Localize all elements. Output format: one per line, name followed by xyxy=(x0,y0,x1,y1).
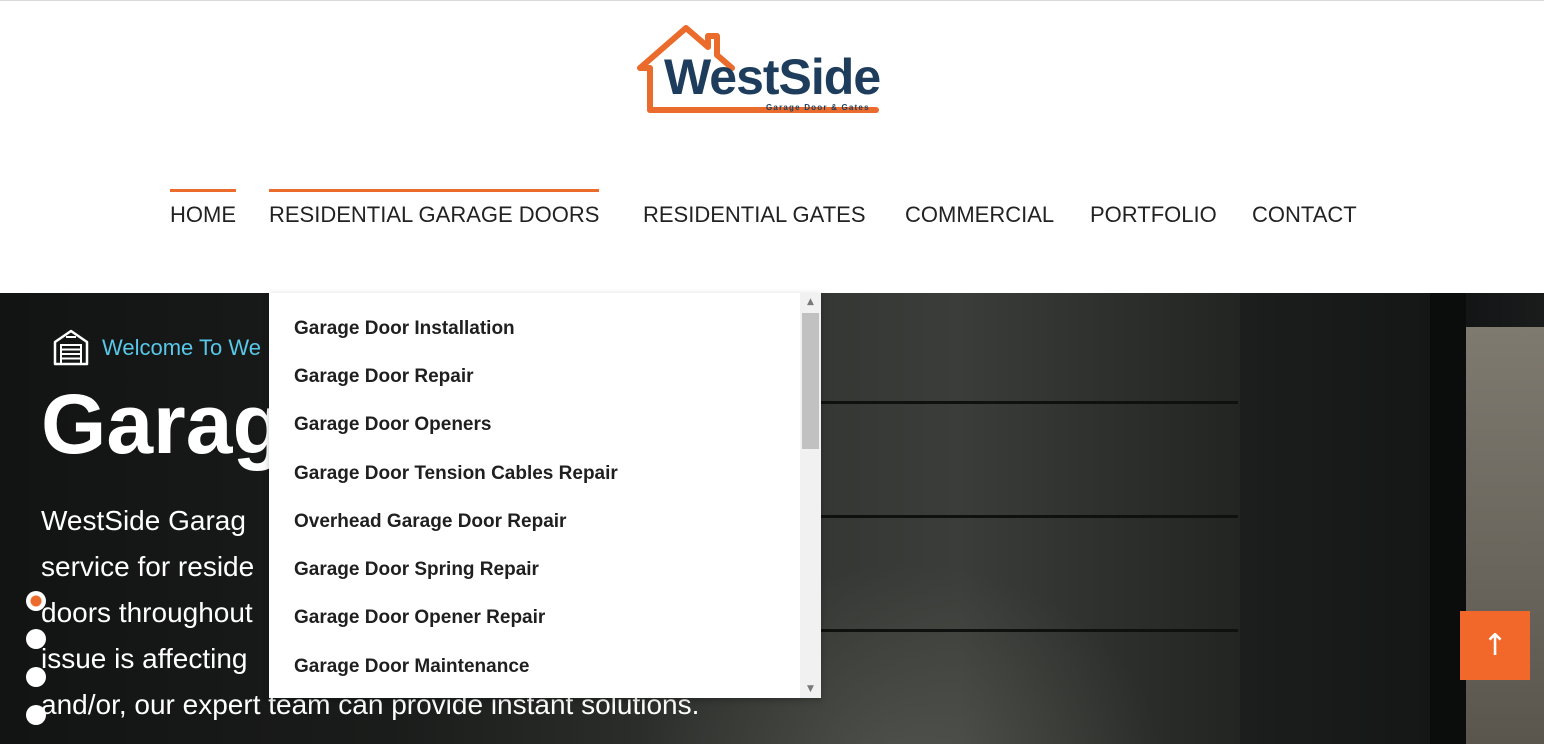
site-logo[interactable]: WestSide Garage Door & Gates xyxy=(636,24,898,118)
nav-home[interactable]: HOME xyxy=(170,188,236,238)
main-navigation: HOME RESIDENTIAL GARAGE DOORS RESIDENTIA… xyxy=(0,188,1544,238)
dropdown-item-opener-repair[interactable]: Garage Door Opener Repair xyxy=(294,606,794,630)
arrow-up-icon: ↑ xyxy=(1482,628,1508,663)
dropdown-item-garage-door-openers[interactable]: Garage Door Openers xyxy=(294,413,794,437)
background-panel-line xyxy=(820,401,1238,404)
nav-residential-garage-doors[interactable]: RESIDENTIAL GARAGE DOORS xyxy=(269,188,600,238)
dropdown-item-spring-repair[interactable]: Garage Door Spring Repair xyxy=(294,558,794,582)
dropdown-item-tension-cables-repair[interactable]: Garage Door Tension Cables Repair xyxy=(294,462,794,486)
background-window xyxy=(1466,327,1544,744)
background-panel-line xyxy=(820,515,1238,518)
slider-dot-4[interactable] xyxy=(26,705,46,725)
scroll-down-arrow-icon[interactable]: ▼ xyxy=(800,680,821,698)
dropdown-item-garage-door-repair[interactable]: Garage Door Repair xyxy=(294,365,794,389)
scrollbar-thumb[interactable] xyxy=(802,313,819,449)
nav-contact[interactable]: CONTACT xyxy=(1252,188,1357,238)
slider-dot-3[interactable] xyxy=(26,667,46,687)
dropdown-item-maintenance[interactable]: Garage Door Maintenance xyxy=(294,655,794,679)
garage-icon xyxy=(53,329,89,366)
top-border xyxy=(0,0,1544,1)
dropdown-item-garage-door-installation[interactable]: Garage Door Installation xyxy=(294,317,794,341)
background-pillar xyxy=(1240,293,1430,744)
background-panel-line xyxy=(820,629,1238,632)
nav-commercial[interactable]: COMMERCIAL xyxy=(905,188,1054,238)
scroll-up-arrow-icon[interactable]: ▲ xyxy=(800,293,821,311)
nav-portfolio[interactable]: PORTFOLIO xyxy=(1090,188,1217,238)
nav-residential-gates[interactable]: RESIDENTIAL GATES xyxy=(643,188,866,238)
welcome-text: Welcome To We xyxy=(102,335,261,360)
slider-pagination xyxy=(26,591,48,731)
logo-tagline: Garage Door & Gates xyxy=(766,103,870,112)
back-to-top-button[interactable]: ↑ xyxy=(1460,611,1530,680)
dropdown-item-overhead-door-repair[interactable]: Overhead Garage Door Repair xyxy=(294,510,794,534)
slider-dot-2[interactable] xyxy=(26,629,46,649)
residential-garage-doors-dropdown: Garage Door Installation Garage Door Rep… xyxy=(269,293,821,698)
slider-dot-1[interactable] xyxy=(26,591,46,611)
dropdown-scrollbar[interactable]: ▲ ▼ xyxy=(800,293,821,698)
hero-title: Garag xyxy=(41,377,284,471)
logo-wordmark: WestSide xyxy=(664,49,881,105)
